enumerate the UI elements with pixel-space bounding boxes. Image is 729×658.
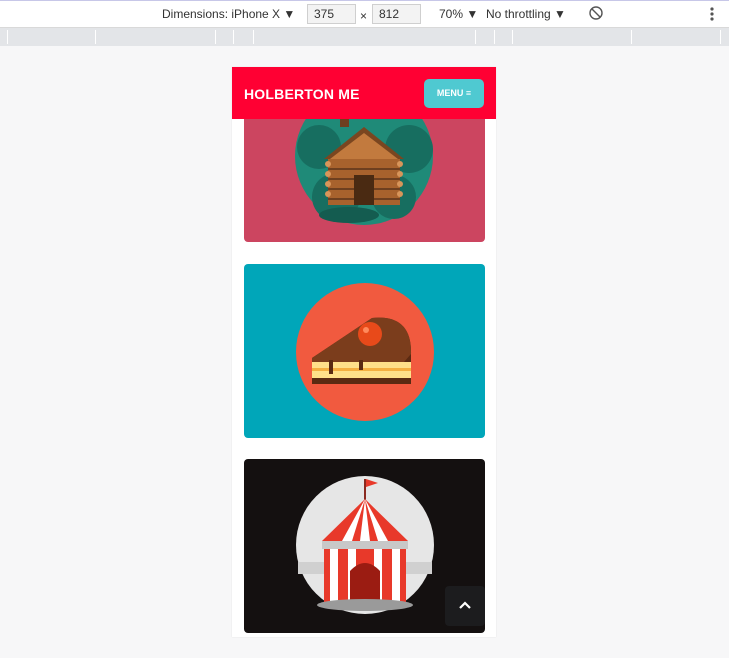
chevron-up-icon (459, 601, 471, 609)
dropdown-arrow-icon: ▼ (283, 7, 296, 21)
device-label: Dimensions: iPhone X (162, 7, 281, 21)
dropdown-arrow-icon: ▼ (466, 7, 479, 21)
dropdown-arrow-icon: ▼ (554, 7, 566, 21)
devtools-toolbar: Dimensions: iPhone X ▼ 375 × 812 70% ▼ N… (0, 0, 729, 28)
zoom-label: 70% (439, 7, 464, 21)
dimension-separator: × (360, 9, 368, 23)
card-cake-slice[interactable] (244, 264, 485, 438)
site-header: HOLBERTON ME MENU ≡ (232, 67, 496, 119)
site-logo[interactable]: HOLBERTON ME (244, 86, 360, 102)
device-select[interactable]: Dimensions: iPhone X ▼ (162, 7, 295, 21)
throttle-select[interactable]: No throttling ▼ (486, 7, 566, 21)
width-input[interactable]: 375 (307, 4, 356, 24)
rotate-icon[interactable] (589, 6, 603, 23)
cake-slice-illustration (244, 264, 485, 438)
throttle-label: No throttling (486, 7, 551, 21)
zoom-select[interactable]: 70% ▼ (439, 7, 478, 21)
menu-button[interactable]: MENU ≡ (424, 79, 484, 108)
media-query-ruler (0, 28, 729, 46)
height-input[interactable]: 812 (372, 4, 421, 24)
scroll-to-top-button[interactable] (445, 586, 485, 626)
device-viewport: HOLBERTON ME MENU ≡ (232, 67, 496, 637)
more-vertical-icon[interactable] (709, 6, 715, 25)
